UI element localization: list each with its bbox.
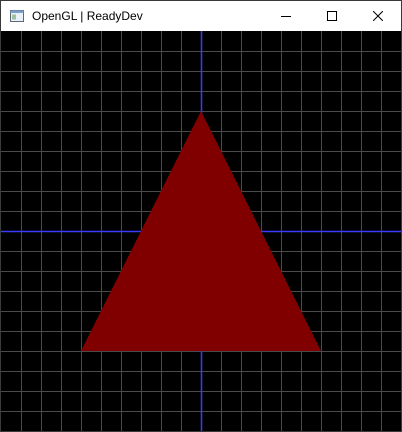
close-button[interactable] <box>355 1 401 31</box>
close-icon <box>373 11 383 21</box>
minimize-button[interactable] <box>263 1 309 31</box>
minimize-icon <box>281 16 291 17</box>
window-title: OpenGL | ReadyDev <box>32 9 143 23</box>
maximize-icon <box>327 11 337 21</box>
opengl-viewport[interactable] <box>1 31 401 431</box>
app-window: OpenGL | ReadyDev <box>0 0 402 432</box>
scene-canvas <box>1 31 401 431</box>
title-bar[interactable]: OpenGL | ReadyDev <box>1 1 401 31</box>
window-controls <box>263 1 401 31</box>
maximize-button[interactable] <box>309 1 355 31</box>
app-window-icon <box>9 8 25 24</box>
